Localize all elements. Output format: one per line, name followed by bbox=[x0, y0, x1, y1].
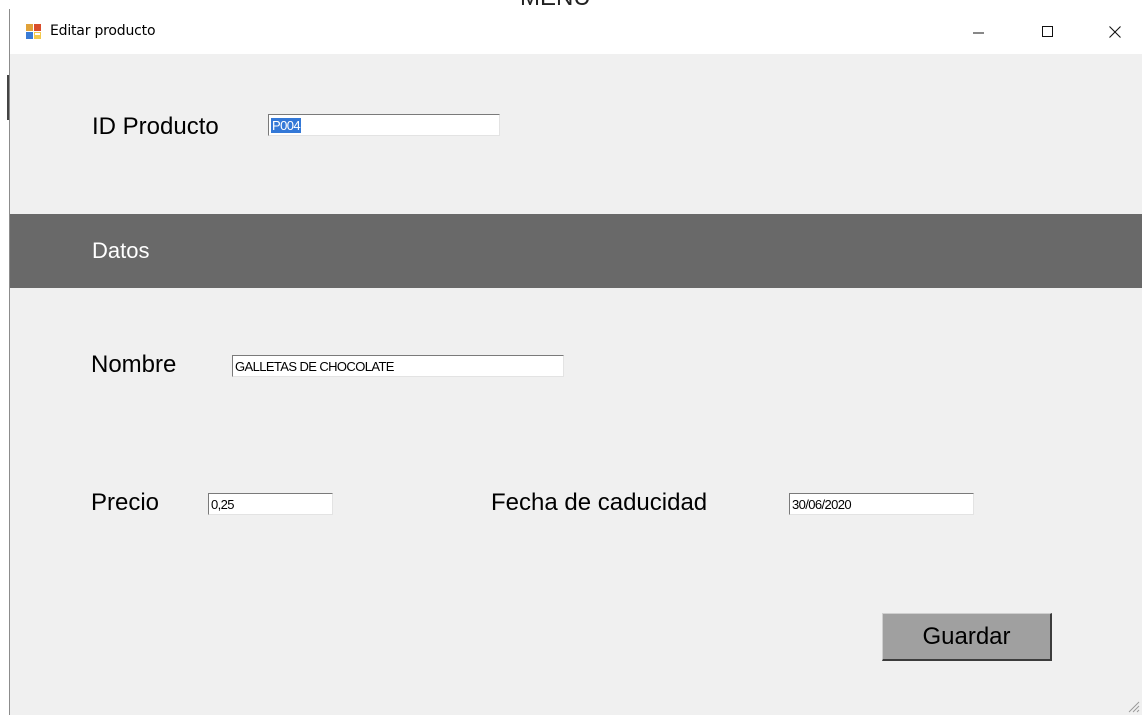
close-icon bbox=[1109, 25, 1121, 38]
edit-product-window: Editar producto ID Producto P004 Datos N… bbox=[9, 9, 1142, 715]
save-button[interactable]: Guardar bbox=[882, 613, 1052, 661]
background-menu-text: MENU bbox=[520, 0, 610, 9]
data-section-title: Datos bbox=[92, 238, 150, 263]
minimize-button[interactable] bbox=[956, 9, 1002, 54]
name-input[interactable]: GALLETAS DE CHOCOLATE bbox=[232, 355, 564, 377]
name-label: Nombre bbox=[91, 351, 177, 378]
price-label: Precio bbox=[91, 489, 160, 516]
title-bar[interactable]: Editar producto bbox=[10, 9, 1142, 54]
maximize-icon bbox=[1042, 25, 1054, 38]
maximize-button[interactable] bbox=[1025, 9, 1071, 54]
id-product-value: P004 bbox=[271, 118, 301, 133]
close-button[interactable] bbox=[1092, 9, 1138, 54]
minimize-icon bbox=[973, 26, 985, 38]
id-product-input[interactable]: P004 bbox=[268, 114, 500, 136]
window-title: Editar producto bbox=[50, 23, 156, 39]
id-product-label: ID Producto bbox=[92, 113, 219, 140]
price-input[interactable]: 0,25 bbox=[208, 493, 333, 515]
expiry-date-label: Fecha de caducidad bbox=[491, 489, 708, 516]
expiry-date-input[interactable]: 30/06/2020 bbox=[789, 493, 974, 515]
data-section-header: Datos bbox=[10, 214, 1142, 288]
app-form-icon bbox=[26, 24, 42, 40]
background-window-edge bbox=[0, 75, 9, 120]
resize-grip-icon[interactable] bbox=[1126, 699, 1140, 713]
